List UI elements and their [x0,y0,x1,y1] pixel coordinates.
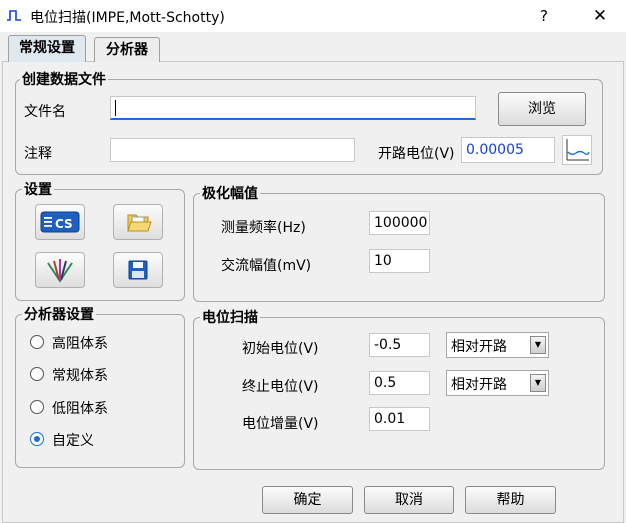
electrode-icon [47,259,73,283]
open-folder-icon [127,214,152,232]
radio-label: 常规体系 [52,368,108,384]
analyzer-settings-legend: 分析器设置 [22,304,96,324]
polarization-legend: 极化幅值 [200,183,260,203]
end-reference-select[interactable]: 相对开路 ▼ [446,370,549,396]
freq-input[interactable]: 100000 [369,211,430,235]
ocp-measure-button[interactable] [562,135,592,165]
ok-button[interactable]: 确定 [262,486,353,514]
note-input[interactable] [110,138,355,162]
end-potential-input[interactable]: 0.5 [369,371,430,395]
select-value: 相对开路 [451,377,507,393]
settings-legend: 设置 [22,179,54,199]
radio-circle[interactable] [30,400,44,414]
help-title-button[interactable]: ? [522,2,566,30]
note-label: 注释 [24,146,52,162]
cancel-button[interactable]: 取消 [364,486,454,514]
start-reference-select[interactable]: 相对开路 ▼ [446,332,549,358]
cs-instrument-icon: CS [40,211,80,233]
radio-circle[interactable] [30,335,44,349]
dropdown-arrow-icon[interactable]: ▼ [530,336,546,354]
radio-label: 自定义 [52,433,94,449]
amp-input[interactable]: 10 [369,249,430,273]
potential-scan-legend: 电位扫描 [200,307,260,327]
help-button[interactable]: 帮助 [465,486,556,514]
radio-circle[interactable] [30,367,44,381]
select-value: 相对开路 [451,339,507,355]
svg-text:CS: CS [55,217,73,231]
close-button[interactable]: ✕ [578,2,622,30]
save-disk-icon [128,260,148,280]
step-potential-input[interactable]: 0.01 [369,407,430,431]
tab-analyzer[interactable]: 分析器 [94,37,160,62]
end-potential-label: 终止电位(V) [242,379,319,395]
freq-label: 测量频率(Hz) [221,220,306,236]
ocp-graph-icon [566,139,590,161]
filename-input[interactable] [110,96,476,120]
filename-label: 文件名 [24,104,66,120]
browse-button[interactable]: 浏览 [498,92,586,126]
create-file-legend: 创建数据文件 [20,69,108,89]
ocp-value-field: 0.00005 [461,137,555,163]
radio-label: 低阻体系 [52,401,108,417]
start-potential-input[interactable]: -0.5 [369,333,430,357]
start-potential-label: 初始电位(V) [242,341,319,357]
tab-general-settings[interactable]: 常规设置 [8,35,86,62]
radio-circle-selected[interactable] [30,432,44,446]
step-potential-label: 电位增量(V) [242,416,319,432]
save-button[interactable] [113,252,163,288]
ocp-label: 开路电位(V) [378,146,455,162]
pulse-app-icon [7,10,21,21]
radio-label: 高阻体系 [52,336,108,352]
cs-instrument-button[interactable]: CS [35,204,85,240]
electrode-button[interactable] [35,252,85,288]
dropdown-arrow-icon[interactable]: ▼ [530,374,546,392]
open-file-button[interactable] [113,204,163,240]
window-title: 电位扫描(IMPE,Mott-Schotty) [30,10,225,26]
polarization-group [193,193,605,302]
amp-label: 交流幅值(mV) [221,258,312,274]
